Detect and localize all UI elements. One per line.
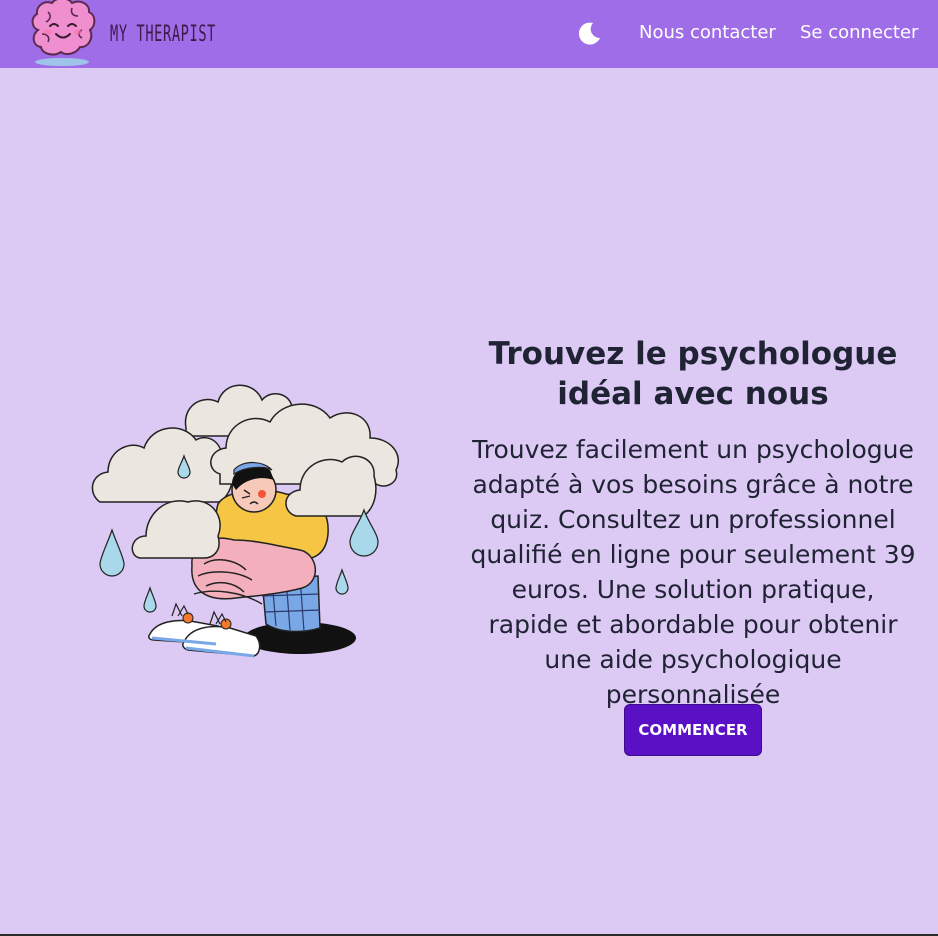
hero-description: Trouvez facilement un psychologue adapté… — [470, 435, 916, 709]
brand-name[interactable]: MY THERAPIST — [110, 22, 216, 47]
hero-title: Trouvez le psychologue idéal avec nous — [488, 336, 898, 412]
brain-logo-icon[interactable] — [28, 0, 100, 68]
hero-text-block: Trouvez le psychologue idéal avec nous T… — [468, 334, 918, 712]
nav-login-link[interactable]: Se connecter — [800, 22, 918, 43]
sad-person-rain-illustration — [91, 384, 399, 658]
nav-contact-link[interactable]: Nous contacter — [639, 22, 776, 43]
navbar: MY THERAPIST Nous contacter Se connecter — [0, 0, 938, 68]
start-button[interactable]: COMMENCER — [624, 704, 762, 756]
moon-icon[interactable] — [577, 20, 603, 46]
